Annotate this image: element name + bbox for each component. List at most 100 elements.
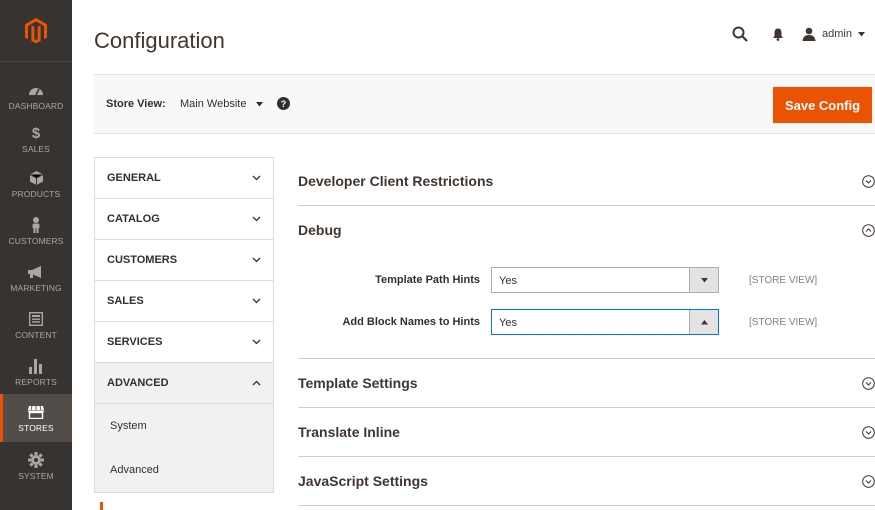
scope-note: [STORE VIEW]	[749, 317, 818, 328]
nav-sales[interactable]: $ SALES	[0, 115, 72, 163]
header-actions: admin	[732, 26, 865, 42]
debug-fields: Template Path Hints Yes [STORE VIEW] Add…	[298, 254, 875, 358]
section-javascript-settings: JavaScript Settings	[298, 457, 875, 506]
caret-down-icon	[858, 31, 865, 36]
person-icon	[27, 216, 45, 234]
template-path-hints-select[interactable]: Yes	[491, 267, 719, 293]
store-icon	[27, 403, 45, 421]
section-title: Template Settings	[298, 375, 418, 391]
user-icon	[802, 27, 816, 41]
select-arrow-up-icon	[689, 310, 718, 334]
chevron-down-icon	[252, 339, 261, 345]
section-header[interactable]: Translate Inline	[298, 408, 875, 456]
admin-username: admin	[822, 28, 852, 40]
tab-label: SALES	[107, 295, 144, 307]
section-header[interactable]: Developer Client Restrictions	[298, 157, 875, 205]
select-arrow-down-icon	[689, 268, 718, 292]
store-view-bar: Store View: Main Website ? Save Config	[94, 74, 875, 134]
tab-general[interactable]: GENERAL	[95, 158, 273, 199]
section-title: JavaScript Settings	[298, 473, 428, 489]
nav-label: STORES	[18, 423, 54, 433]
tab-label: GENERAL	[107, 172, 161, 184]
nav-label: CUSTOMERS	[8, 236, 64, 246]
store-view-value: Main Website	[180, 98, 247, 110]
advanced-subtabs: System Advanced	[95, 404, 273, 493]
cube-icon	[27, 169, 45, 187]
section-title: Translate Inline	[298, 424, 400, 440]
section-template-settings: Template Settings	[298, 359, 875, 408]
tab-label: SERVICES	[107, 336, 163, 348]
nav-system[interactable]: SYSTEM	[0, 442, 72, 490]
chevron-down-icon	[252, 298, 261, 304]
nav-customers[interactable]: CUSTOMERS	[0, 207, 72, 255]
circle-chevron-down-icon	[862, 174, 875, 188]
section-header[interactable]: Debug	[298, 206, 875, 254]
admin-user-menu[interactable]: admin	[802, 27, 865, 41]
tab-customers[interactable]: CUSTOMERS	[95, 240, 273, 281]
dashboard-icon	[27, 81, 45, 99]
save-config-button[interactable]: Save Config	[773, 87, 872, 123]
dollar-icon: $	[31, 124, 41, 142]
megaphone-icon	[27, 263, 45, 281]
nav-content[interactable]: CONTENT	[0, 301, 72, 349]
config-tabs: GENERAL CATALOG CUSTOMERS SALES SERVICES…	[94, 157, 274, 493]
store-view-label: Store View:	[106, 98, 166, 110]
nav-reports[interactable]: REPORTS	[0, 348, 72, 396]
tab-advanced[interactable]: ADVANCED	[95, 363, 273, 404]
circle-chevron-down-icon	[862, 474, 875, 488]
subtab-system[interactable]: System	[95, 404, 273, 448]
bar-chart-icon	[27, 357, 45, 375]
add-block-names-select[interactable]: Yes	[491, 309, 719, 335]
tab-label: ADVANCED	[107, 377, 169, 389]
nav-dashboard[interactable]: DASHBOARD	[0, 72, 72, 120]
active-subtab-marker	[100, 502, 103, 510]
nav-label: SYSTEM	[18, 471, 54, 481]
magento-logo-icon	[25, 17, 47, 43]
nav-label: MARKETING	[10, 283, 62, 293]
search-icon[interactable]	[732, 26, 748, 42]
select-value: Yes	[499, 317, 517, 329]
notifications-bell-icon[interactable]	[772, 28, 784, 41]
chevron-down-icon	[252, 257, 261, 263]
select-value: Yes	[499, 275, 517, 287]
tab-sales[interactable]: SALES	[95, 281, 273, 322]
section-debug: Debug Template Path Hints Yes [STORE VIE…	[298, 206, 875, 359]
admin-sidebar: DASHBOARD $ SALES PRODUCTS CUSTOMERS MAR…	[0, 0, 72, 510]
chevron-up-icon	[252, 380, 261, 386]
help-icon[interactable]: ?	[277, 97, 290, 110]
template-path-hints-label: Template Path Hints	[375, 274, 480, 286]
section-developer-client-restrictions: Developer Client Restrictions	[298, 157, 875, 206]
magento-logo[interactable]	[0, 0, 72, 62]
chevron-down-icon	[252, 216, 261, 222]
section-header[interactable]: Template Settings	[298, 359, 875, 407]
section-title: Debug	[298, 222, 342, 238]
nav-stores[interactable]: STORES	[0, 394, 72, 442]
circle-chevron-up-icon	[862, 223, 875, 237]
nav-products[interactable]: PRODUCTS	[0, 160, 72, 208]
layout-icon	[27, 310, 45, 328]
caret-down-icon	[256, 101, 264, 106]
nav-label: DASHBOARD	[8, 101, 64, 111]
nav-label: REPORTS	[15, 377, 57, 387]
tab-label: CUSTOMERS	[107, 254, 178, 266]
scope-note: [STORE VIEW]	[749, 275, 818, 286]
section-title: Developer Client Restrictions	[298, 173, 494, 189]
tab-services[interactable]: SERVICES	[95, 322, 273, 363]
chevron-down-icon	[252, 175, 261, 181]
nav-marketing[interactable]: MARKETING	[0, 254, 72, 302]
gear-icon	[27, 451, 45, 469]
add-block-names-label: Add Block Names to Hints	[342, 316, 480, 328]
store-view-switcher[interactable]: Main Website	[180, 98, 264, 110]
section-header[interactable]: JavaScript Settings	[298, 457, 875, 505]
nav-label: CONTENT	[15, 330, 57, 340]
subtab-advanced[interactable]: Advanced	[95, 448, 273, 492]
tab-label: CATALOG	[107, 213, 160, 225]
config-sections: Developer Client Restrictions Debug Temp…	[298, 157, 875, 506]
circle-chevron-down-icon	[862, 376, 875, 390]
section-translate-inline: Translate Inline	[298, 408, 875, 457]
nav-label: PRODUCTS	[11, 189, 61, 199]
page-title: Configuration	[94, 28, 225, 53]
tab-catalog[interactable]: CATALOG	[95, 199, 273, 240]
circle-chevron-down-icon	[862, 425, 875, 439]
nav-label: SALES	[22, 144, 50, 154]
